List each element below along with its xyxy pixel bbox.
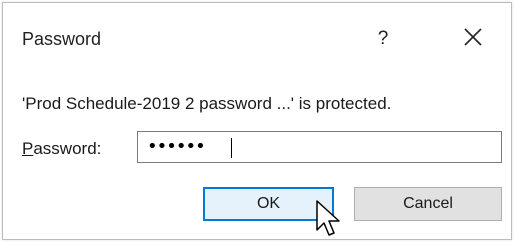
text-caret	[231, 138, 232, 158]
close-icon	[464, 28, 482, 46]
dialog-titlebar: Password ?	[3, 3, 511, 71]
protected-message: 'Prod Schedule-2019 2 password ...' is p…	[22, 94, 392, 113]
help-button[interactable]: ?	[363, 23, 403, 55]
close-button[interactable]	[451, 21, 495, 55]
password-label-text: assword:	[33, 139, 102, 158]
password-dialog: Password ? 'Prod Schedule-2019 2 passwor…	[2, 2, 512, 240]
ok-button[interactable]: OK	[203, 187, 334, 221]
password-masked-value: ••••••	[147, 136, 206, 157]
dialog-title: Password	[22, 29, 102, 49]
password-input[interactable]: ••••••	[137, 131, 502, 163]
password-label: Password:	[22, 139, 101, 159]
password-label-accelerator: P	[22, 139, 34, 158]
cancel-button[interactable]: Cancel	[354, 187, 502, 221]
